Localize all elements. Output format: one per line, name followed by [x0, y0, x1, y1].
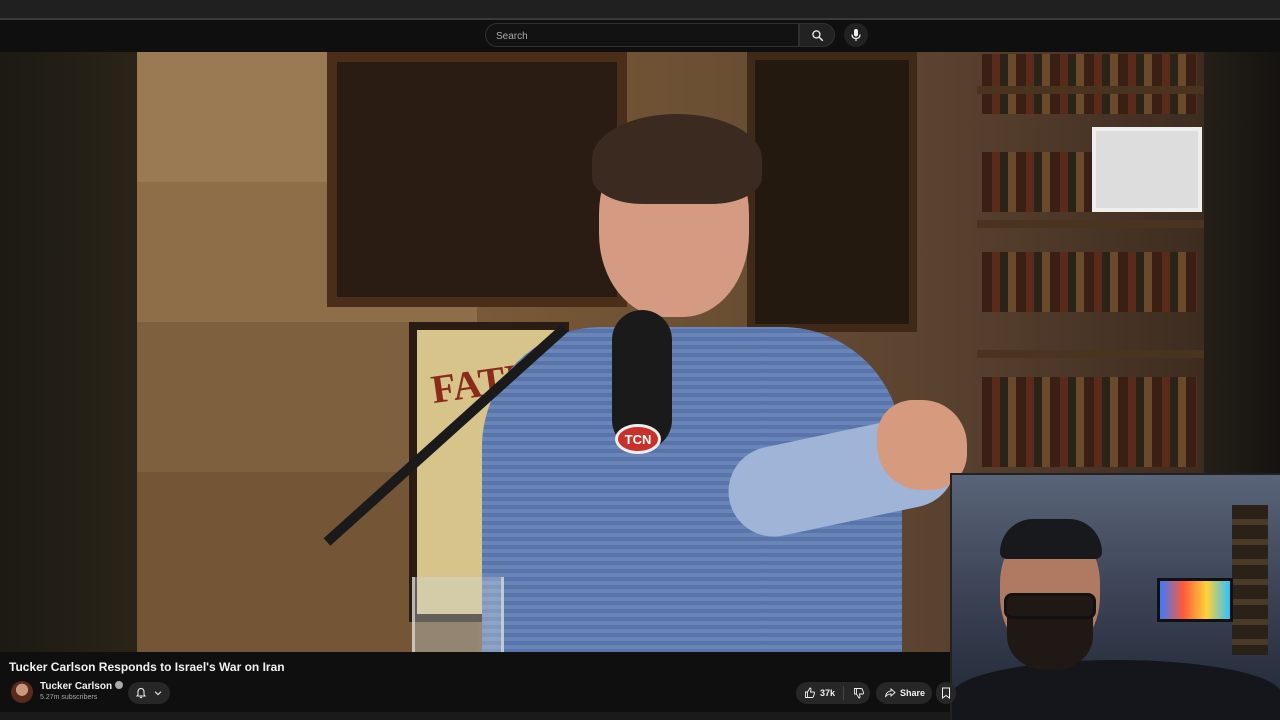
channel-name[interactable]: Tucker Carlson — [40, 681, 112, 692]
like-button[interactable]: 37k — [804, 686, 845, 700]
thumbs-up-icon — [805, 687, 815, 698]
picture-frame — [747, 52, 917, 332]
webcam-person-cap — [1000, 519, 1102, 559]
search-input[interactable] — [494, 27, 788, 45]
bookshelf-books — [982, 252, 1197, 312]
share-button[interactable]: Share — [876, 682, 932, 704]
speaker-hair — [592, 114, 762, 204]
picture-frame — [327, 52, 627, 307]
save-icon — [942, 687, 950, 699]
video-title: Tucker Carlson Responds to Israel's War … — [9, 660, 285, 674]
webcam-person-body — [952, 660, 1280, 720]
microphone-icon — [851, 29, 861, 41]
share-arrow-icon — [885, 688, 896, 698]
bell-icon — [135, 687, 146, 699]
webcam-tv — [1157, 578, 1233, 622]
bookshelf-books — [982, 54, 1197, 114]
subscriber-count: 5.27m subscribers — [40, 694, 98, 701]
video-info: Tucker Carlson Responds to Israel's War … — [0, 652, 956, 712]
voice-search-button[interactable] — [844, 23, 868, 47]
webcam-person-glasses — [1004, 593, 1096, 619]
bookshelf-books — [982, 377, 1197, 467]
like-count: 37k — [820, 688, 836, 698]
notification-button[interactable] — [128, 682, 170, 704]
thumbs-down-icon — [854, 688, 864, 699]
webcam-bookshelf — [1232, 505, 1268, 655]
water-glass — [412, 577, 504, 652]
channel-avatar[interactable] — [11, 681, 33, 703]
channel-name-container[interactable]: Tucker Carlson — [40, 681, 124, 692]
more-actions-button[interactable] — [936, 682, 956, 704]
chevron-down-icon — [155, 691, 162, 696]
search-box[interactable] — [485, 23, 799, 47]
browser-top-bar — [0, 0, 1280, 20]
verified-badge-icon — [115, 681, 124, 690]
masthead — [0, 20, 1280, 52]
bookshelf-shelf — [977, 220, 1204, 228]
search-button[interactable] — [799, 23, 835, 47]
mic-logo: TCN — [615, 424, 661, 454]
webcam-overlay — [950, 473, 1280, 720]
search-icon — [811, 29, 823, 41]
bottom-strip — [0, 712, 950, 720]
like-dislike-group: 37k — [796, 682, 870, 704]
bookshelf-shelf — [977, 350, 1204, 358]
dislike-button[interactable] — [844, 687, 865, 699]
share-label: Share — [900, 688, 926, 698]
framed-photo — [1092, 127, 1202, 212]
player-left-backdrop — [0, 52, 137, 652]
bookshelf-shelf — [977, 86, 1204, 94]
